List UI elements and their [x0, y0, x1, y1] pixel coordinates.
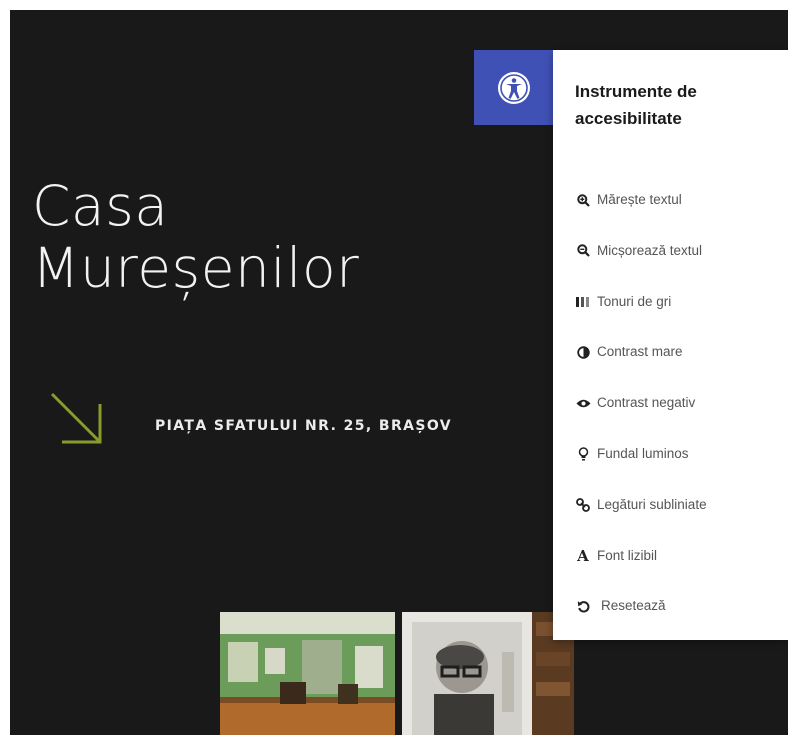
panel-title: Instrumente de accesibilitate	[575, 82, 697, 128]
title-line-2: Mureșenilor	[32, 236, 360, 300]
arrow-down-right-icon	[50, 392, 102, 444]
tool-label: Contrast negativ	[597, 395, 696, 411]
tool-readable-font[interactable]: A Font lizibil	[575, 546, 788, 599]
page-title: Casa Mureșenilor	[32, 175, 359, 299]
tool-underline-links[interactable]: Legături subliniate	[575, 497, 788, 548]
title-line-1: Casa	[32, 174, 169, 238]
accessibility-toggle-button[interactable]	[474, 50, 553, 125]
tool-label: Micșorează textul	[597, 242, 703, 258]
gallery-thumbnail-portrait[interactable]	[402, 612, 574, 735]
hero-section: Casa Mureșenilor PIAȚA SFATULUI NR. 25, …	[10, 10, 788, 735]
tool-label: Tonuri de gri	[597, 293, 672, 309]
tool-light-background[interactable]: Fundal luminos	[575, 446, 788, 497]
accessibility-panel: Instrumente de accesibilitate Mărește te…	[553, 50, 788, 640]
tool-negative-contrast[interactable]: Contrast negativ	[575, 395, 788, 446]
eye-icon	[575, 395, 591, 411]
lightbulb-icon	[575, 446, 591, 462]
font-icon: A	[577, 546, 589, 565]
tool-label: Font lizibil	[597, 547, 658, 563]
tool-label: Resetează	[601, 598, 666, 614]
tool-label: Mărește textul	[597, 192, 682, 207]
reset-icon	[575, 598, 591, 614]
gallery-thumbnail-room[interactable]	[220, 612, 395, 735]
tool-high-contrast[interactable]: Contrast mare	[575, 344, 788, 395]
tool-reset[interactable]: Resetează	[575, 598, 788, 649]
zoom-out-icon	[575, 243, 591, 259]
contrast-icon	[575, 344, 591, 360]
tool-label: Legături subliniate	[597, 496, 707, 512]
grayscale-icon	[575, 294, 591, 310]
tool-grayscale[interactable]: Tonuri de gri	[575, 294, 788, 345]
tool-increase-text[interactable]: Mărește textul	[575, 192, 788, 243]
zoom-in-icon	[575, 192, 591, 208]
accessibility-icon	[497, 71, 530, 104]
tool-label: Contrast mare	[597, 344, 683, 360]
accessibility-tool-list: Mărește textul Micșorează textul Tonuri …	[575, 192, 788, 649]
tool-label: Fundal luminos	[597, 445, 689, 461]
tool-decrease-text[interactable]: Micșorează textul	[575, 243, 788, 294]
address: PIAȚA SFATULUI NR. 25, BRAȘOV	[155, 418, 453, 434]
link-icon	[575, 497, 591, 513]
